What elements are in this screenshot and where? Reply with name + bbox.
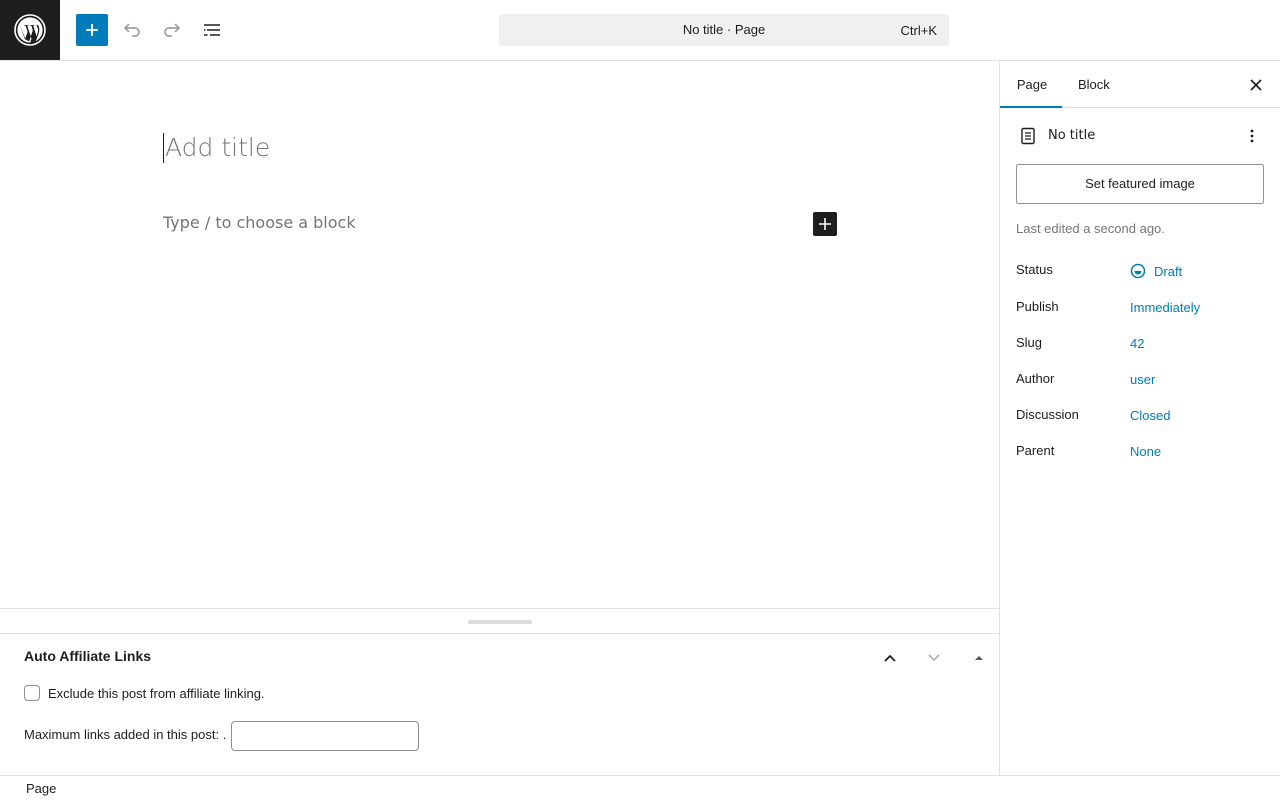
command-palette-bar[interactable]: No title · Page Ctrl+K xyxy=(499,14,949,46)
plus-icon xyxy=(86,24,98,36)
author-row: Author user xyxy=(1016,371,1266,393)
author-value-button[interactable]: user xyxy=(1130,372,1155,387)
draft-status-icon xyxy=(1130,263,1146,279)
move-up-button[interactable] xyxy=(878,646,902,670)
paragraph-block-placeholder[interactable]: Type / to choose a block xyxy=(163,213,356,232)
document-title-label: No title · Page xyxy=(682,22,766,37)
exclude-affiliate-label: Exclude this post from affiliate linking… xyxy=(48,685,265,701)
publish-row: Publish Immediately xyxy=(1016,299,1266,321)
page-icon xyxy=(1016,124,1040,148)
breadcrumb[interactable]: Page xyxy=(26,781,56,796)
last-edited-text: Last edited a second ago. xyxy=(1016,221,1165,236)
wordpress-logo-button[interactable] xyxy=(0,0,60,60)
editor-canvas: Add title Type / to choose a block xyxy=(0,61,999,608)
exclude-affiliate-row: Exclude this post from affiliate linking… xyxy=(24,685,265,701)
redo-icon xyxy=(164,23,181,37)
redo-button[interactable] xyxy=(156,14,188,46)
parent-row: Parent None xyxy=(1016,443,1266,465)
publish-label: Publish xyxy=(1016,299,1059,314)
status-value-button[interactable]: Draft xyxy=(1130,263,1182,279)
metabox-title: Auto Affiliate Links xyxy=(24,648,152,664)
parent-label: Parent xyxy=(1016,443,1055,458)
discussion-value-button[interactable]: Closed xyxy=(1130,408,1170,423)
publish-value-button[interactable]: Immediately xyxy=(1130,300,1200,315)
title-input[interactable]: Add title xyxy=(163,133,270,163)
more-vertical-icon xyxy=(1250,129,1254,143)
tab-page[interactable]: Page xyxy=(1000,61,1062,108)
status-value: Draft xyxy=(1154,263,1183,279)
add-block-button[interactable] xyxy=(76,14,108,46)
status-row: Status Draft xyxy=(1016,262,1266,284)
caret-up-icon xyxy=(975,656,983,660)
auto-affiliate-links-metabox: Auto Affiliate Links Exclude this post f… xyxy=(0,634,999,775)
metabox-resize-bar xyxy=(0,608,999,634)
author-label: Author xyxy=(1016,371,1055,386)
max-links-input[interactable] xyxy=(231,721,419,751)
slug-label: Slug xyxy=(1016,335,1043,350)
discussion-label: Discussion xyxy=(1016,407,1079,422)
document-overview-button[interactable] xyxy=(196,14,228,46)
undo-icon xyxy=(123,23,140,37)
undo-button[interactable] xyxy=(116,14,148,46)
resize-handle[interactable] xyxy=(468,620,532,624)
close-settings-button[interactable] xyxy=(1244,73,1268,97)
inline-add-block-button[interactable] xyxy=(813,212,837,236)
settings-sidebar: Page Block No title Set featured image L… xyxy=(999,61,1280,775)
editor-header: No title · Page Ctrl+K xyxy=(0,0,1280,61)
document-summary: No title xyxy=(1016,124,1266,148)
editor-footer: Page xyxy=(0,775,1280,800)
chevron-down-icon xyxy=(928,654,940,662)
tab-block[interactable]: Block xyxy=(1078,61,1110,108)
slug-value-button[interactable]: 42 xyxy=(1130,336,1144,351)
max-links-label: Maximum links added in this post: . xyxy=(24,727,227,742)
sidebar-tabs: Page Block xyxy=(1000,61,1280,108)
discussion-row: Discussion Closed xyxy=(1016,407,1266,429)
close-icon xyxy=(1250,79,1262,91)
parent-value-button[interactable]: None xyxy=(1130,444,1161,459)
keyboard-shortcut-hint: Ctrl+K xyxy=(900,23,937,38)
list-view-icon xyxy=(204,24,220,36)
slug-row: Slug 42 xyxy=(1016,335,1266,357)
chevron-up-icon xyxy=(884,654,896,662)
toggle-panel-button[interactable] xyxy=(967,646,991,670)
set-featured-image-button[interactable]: Set featured image xyxy=(1016,164,1264,204)
document-title: No title xyxy=(1048,128,1096,143)
move-down-button[interactable] xyxy=(922,646,946,670)
exclude-affiliate-checkbox[interactable] xyxy=(24,685,40,701)
wordpress-icon xyxy=(14,14,46,46)
plus-icon xyxy=(819,218,831,230)
document-actions-button[interactable] xyxy=(1240,124,1264,148)
status-label: Status xyxy=(1016,262,1053,277)
